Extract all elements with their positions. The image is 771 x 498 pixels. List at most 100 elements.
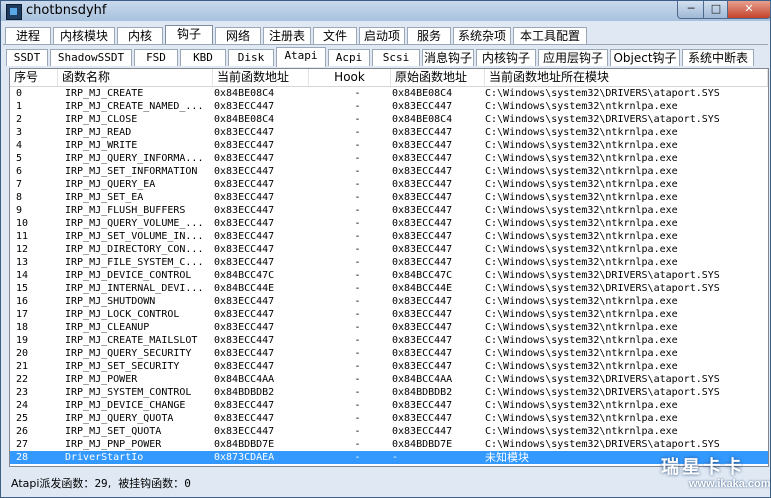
subtab-message-hooks[interactable]: 消息钩子	[422, 49, 474, 66]
table-row[interactable]: 22 IRP_MJ_POWER 0x84BCC4AA - 0x84BCC4AA C:\Wi…	[10, 373, 768, 386]
table-row[interactable]: 15 IRP_MJ_INTERNAL_DEVI... 0x84BCC44E - 0x84…	[10, 282, 768, 295]
cell-module: C:\Windows\system32\DRIVERS\ataport.SYS	[485, 283, 720, 294]
cell-original-address: 0x84BCC44E	[392, 283, 453, 294]
maximize-icon: □	[710, 2, 722, 15]
cell-hook: -	[354, 400, 361, 411]
tab-process[interactable]: 进程	[5, 27, 51, 44]
table-row[interactable]: 1 IRP_MJ_CREATE_NAMED_... 0x83ECC447 - 0x83E…	[10, 100, 768, 113]
column-header-function-name[interactable]: 函数名称	[58, 69, 213, 86]
table-row[interactable]: 4 IRP_MJ_WRITE 0x83ECC447 - 0x83ECC447 C:\Win…	[10, 139, 768, 152]
table-row[interactable]: 10 IRP_MJ_QUERY_VOLUME_... 0x83ECC447 - 0x83…	[10, 217, 768, 230]
cell-hook: -	[354, 309, 361, 320]
cell-index: 22	[16, 374, 29, 385]
table-row[interactable]: 18 IRP_MJ_CLEANUP 0x83ECC447 - 0x83ECC447 C:\…	[10, 321, 768, 334]
minimize-button[interactable]: ─	[677, 1, 705, 19]
dispatch-label: Atapi派发函数：	[11, 477, 95, 490]
cell-current-address: 0x83ECC447	[214, 205, 275, 216]
table-row[interactable]: 27 IRP_MJ_PNP_POWER 0x84BDBD7E - 0x84BDBD7E C…	[10, 438, 768, 451]
cell-module: C:\Windows\system32\ntkrnlpa.exe	[485, 153, 678, 164]
table-row[interactable]: 17 IRP_MJ_LOCK_CONTROL 0x83ECC447 - 0x83ECC4…	[10, 308, 768, 321]
cell-hook: -	[354, 361, 361, 372]
subtab-fsd[interactable]: FSD	[134, 49, 178, 66]
cell-hook: -	[354, 101, 361, 112]
table-row[interactable]: 13 IRP_MJ_FILE_SYSTEM_C... 0x83ECC447 - 0x83…	[10, 256, 768, 269]
maximize-button[interactable]: □	[703, 1, 729, 19]
column-header-index[interactable]: 序号	[10, 69, 58, 86]
hooked-count: 0	[184, 477, 191, 490]
table-row[interactable]: 7 IRP_MJ_QUERY_EA 0x83ECC447 - 0x83ECC447 C:\…	[10, 178, 768, 191]
table-row[interactable]: 28 DriverStartIo 0x873CDAEA - - 未知模块	[10, 451, 768, 464]
tab-services[interactable]: 服务	[407, 27, 451, 44]
cell-index: 12	[16, 244, 29, 255]
tab-network[interactable]: 网络	[215, 27, 261, 44]
cell-hook: -	[354, 179, 361, 190]
table-row[interactable]: 19 IRP_MJ_CREATE_MAILSLOT 0x83ECC447 - 0x83E…	[10, 334, 768, 347]
cell-index: 6	[16, 166, 23, 177]
table-row[interactable]: 8 IRP_MJ_SET_EA 0x83ECC447 - 0x83ECC447 C:\Wi…	[10, 191, 768, 204]
cell-module: C:\Windows\system32\ntkrnlpa.exe	[485, 218, 678, 229]
subtab-ssdt[interactable]: SSDT	[6, 49, 48, 66]
column-header-current-address[interactable]: 当前函数地址	[213, 69, 309, 86]
cell-function-name: IRP_MJ_SET_EA	[65, 192, 144, 203]
cell-function-name: IRP_MJ_INTERNAL_DEVI...	[65, 283, 204, 294]
hooked-label: 被挂钩函数：	[118, 477, 185, 490]
cell-current-address: 0x83ECC447	[214, 361, 275, 372]
table-row[interactable]: 14 IRP_MJ_DEVICE_CONTROL 0x84BCC47C - 0x84BC…	[10, 269, 768, 282]
table-row[interactable]: 20 IRP_MJ_QUERY_SECURITY 0x83ECC447 - 0x83EC…	[10, 347, 768, 360]
table-row[interactable]: 16 IRP_MJ_SHUTDOWN 0x83ECC447 - 0x83ECC447 C:…	[10, 295, 768, 308]
cell-module: C:\Windows\system32\ntkrnlpa.exe	[485, 257, 678, 268]
cell-original-address: 0x83ECC447	[392, 101, 453, 112]
tab-startup[interactable]: 启动项	[359, 27, 405, 44]
tab-kernel-modules[interactable]: 内核模块	[53, 27, 115, 44]
subtab-object-hooks[interactable]: Object钩子	[610, 49, 680, 66]
subtab-atapi[interactable]: Atapi	[276, 47, 326, 67]
tab-files[interactable]: 文件	[313, 27, 357, 44]
table-row[interactable]: 6 IRP_MJ_SET_INFORMATION 0x83ECC447 - 0x83EC…	[10, 165, 768, 178]
cell-index: 23	[16, 387, 29, 398]
column-header-original-address[interactable]: 原始函数地址	[391, 69, 485, 86]
cell-function-name: IRP_MJ_CREATE_MAILSLOT	[65, 335, 198, 346]
cell-function-name: IRP_MJ_POWER	[65, 374, 138, 385]
cell-original-address: 0x84BDBD7E	[392, 439, 453, 450]
tab-system-misc[interactable]: 系统杂项	[453, 27, 511, 44]
table-row[interactable]: 26 IRP_MJ_SET_QUOTA 0x83ECC447 - 0x83ECC447 C…	[10, 425, 768, 438]
column-header-module[interactable]: 当前函数地址所在模块	[485, 69, 768, 86]
tab-tool-config[interactable]: 本工具配置	[513, 27, 587, 44]
table-row[interactable]: 21 IRP_MJ_SET_SECURITY 0x83ECC447 - 0x83ECC4…	[10, 360, 768, 373]
close-button[interactable]: ✕	[727, 1, 771, 19]
column-header-hook[interactable]: Hook	[309, 69, 391, 86]
table-row[interactable]: 3 IRP_MJ_READ 0x83ECC447 - 0x83ECC447 C:\Wind…	[10, 126, 768, 139]
subtab-app-hooks[interactable]: 应用层钩子	[538, 49, 608, 66]
tab-hooks[interactable]: 钩子	[165, 25, 213, 45]
subtab-shadowssdt[interactable]: ShadowSSDT	[50, 49, 132, 66]
table-row[interactable]: 9 IRP_MJ_FLUSH_BUFFERS 0x83ECC447 - 0x83ECC4…	[10, 204, 768, 217]
tab-registry[interactable]: 注册表	[263, 27, 311, 44]
cell-current-address: 0x83ECC447	[214, 192, 275, 203]
subtab-kbd[interactable]: KBD	[180, 49, 226, 66]
subtab-scsi[interactable]: Scsi	[372, 49, 420, 66]
table-row[interactable]: 24 IRP_MJ_DEVICE_CHANGE 0x83ECC447 - 0x83ECC…	[10, 399, 768, 412]
title-bar[interactable]: chotbnsdyhf ─ □ ✕	[1, 1, 771, 21]
cell-module: C:\Windows\system32\DRIVERS\ataport.SYS	[485, 374, 720, 385]
subtab-interrupt-table[interactable]: 系统中断表	[682, 49, 754, 66]
tab-kernel[interactable]: 内核	[117, 27, 163, 44]
hook-list[interactable]: 序号 函数名称 当前函数地址 Hook 原始函数地址 当前函数地址所在模块 0 I…	[9, 68, 769, 467]
cell-function-name: IRP_MJ_CLOSE	[65, 114, 138, 125]
cell-hook: -	[354, 452, 361, 463]
cell-original-address: 0x83ECC447	[392, 244, 453, 255]
cell-index: 4	[16, 140, 23, 151]
table-row[interactable]: 11 IRP_MJ_SET_VOLUME_IN... 0x83ECC447 - 0x83…	[10, 230, 768, 243]
cell-module: C:\Windows\system32\ntkrnlpa.exe	[485, 426, 678, 437]
subtab-kernel-hooks[interactable]: 内核钩子	[476, 49, 536, 66]
table-row[interactable]: 25 IRP_MJ_QUERY_QUOTA 0x83ECC447 - 0x83ECC44…	[10, 412, 768, 425]
subtab-acpi[interactable]: Acpi	[328, 49, 370, 66]
table-row[interactable]: 12 IRP_MJ_DIRECTORY_CON... 0x83ECC447 - 0x83…	[10, 243, 768, 256]
table-row[interactable]: 5 IRP_MJ_QUERY_INFORMA... 0x83ECC447 - 0x83E…	[10, 152, 768, 165]
table-row[interactable]: 23 IRP_MJ_SYSTEM_CONTROL 0x84BDBDB2 - 0x84BD…	[10, 386, 768, 399]
cell-index: 1	[16, 101, 23, 112]
subtab-disk[interactable]: Disk	[228, 49, 274, 66]
main-window: chotbnsdyhf ─ □ ✕ 进程 内核模块 内核 钩子 网络 注册表 文…	[0, 0, 771, 498]
table-row[interactable]: 0 IRP_MJ_CREATE 0x84BE08C4 - 0x84BE08C4 C:\Wi…	[10, 87, 768, 100]
table-row[interactable]: 2 IRP_MJ_CLOSE 0x84BE08C4 - 0x84BE08C4 C:\Win…	[10, 113, 768, 126]
cell-hook: -	[354, 374, 361, 385]
